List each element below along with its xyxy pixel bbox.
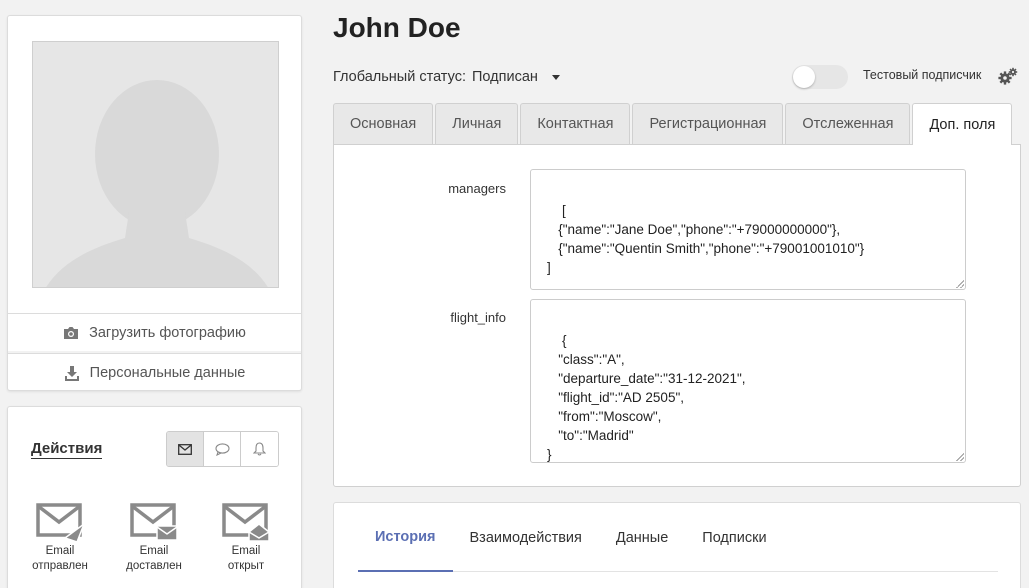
email-opened-icon — [222, 503, 270, 542]
event-label-line1: Email — [45, 545, 75, 557]
global-status-label: Глобальный статус: — [333, 69, 466, 85]
push-channel-button[interactable] — [241, 432, 278, 466]
resize-grip-icon[interactable] — [956, 453, 964, 461]
status-dropdown-caret-icon[interactable] — [551, 74, 560, 80]
global-status: Глобальный статус: Подписан — [333, 69, 560, 85]
event-label-line2: отправлен — [32, 560, 88, 572]
settings-gears-button[interactable] — [998, 67, 1018, 91]
tab-personal[interactable]: Личная — [435, 103, 519, 144]
upload-photo-button[interactable]: Загрузить фотографию — [8, 313, 301, 351]
resize-grip-icon[interactable] — [956, 280, 964, 288]
avatar-placeholder — [32, 41, 279, 288]
gears-icon — [998, 67, 1018, 85]
contact-name: John Doe — [333, 12, 461, 43]
divider — [8, 351, 301, 353]
email-icon — [178, 443, 192, 455]
test-subscriber-label: Тестовый подписчик — [863, 68, 982, 82]
managers-textarea[interactable]: [ {"name":"Jane Doe","phone":"+790000000… — [530, 169, 966, 290]
test-subscriber-toggle[interactable] — [792, 65, 848, 89]
tab-contact[interactable]: Контактная — [520, 103, 631, 144]
profile-tabs: Основная Личная Контактная Регистрационн… — [333, 103, 1014, 145]
download-icon — [64, 365, 79, 381]
personal-data-button[interactable]: Персональные данные — [8, 351, 301, 391]
flight-info-textarea[interactable]: { "class":"A", "departure_date":"31-12-2… — [530, 299, 966, 463]
chat-channel-button[interactable] — [204, 432, 241, 466]
tab-extra-fields[interactable]: Доп. поля — [912, 103, 1013, 145]
profile-photo-card: Загрузить фотографию Персональные данные — [7, 15, 302, 391]
tab-data[interactable]: Данные — [599, 503, 685, 572]
event-email-delivered[interactable]: Email доставлен — [119, 502, 189, 574]
tab-subscriptions[interactable]: Подписки — [685, 503, 783, 572]
history-card: История Взаимодействия Данные Подписки — [333, 502, 1021, 588]
tab-tracked[interactable]: Отслеженная — [785, 103, 911, 144]
actions-card: Действия Email отправлен Email доставлен… — [7, 406, 302, 588]
managers-value: [ {"name":"Jane Doe","phone":"+790000000… — [547, 203, 865, 275]
extra-fields-panel: managers [ {"name":"Jane Doe","phone":"+… — [333, 144, 1021, 487]
field-label-flight-info: flight_info — [450, 310, 506, 325]
tab-main[interactable]: Основная — [333, 103, 434, 144]
email-sent-icon — [36, 503, 85, 542]
event-label-line2: открыт — [227, 560, 265, 572]
flight-info-value: { "class":"A", "departure_date":"31-12-2… — [547, 333, 746, 462]
person-silhouette-icon — [33, 42, 278, 287]
tab-registration[interactable]: Регистрационная — [632, 103, 784, 144]
field-label-managers: managers — [448, 181, 506, 196]
actions-title[interactable]: Действия — [31, 440, 103, 459]
tab-interactions[interactable]: Взаимодействия — [453, 503, 599, 572]
event-email-opened[interactable]: Email открыт — [211, 502, 281, 574]
email-delivered-icon — [130, 503, 178, 541]
upload-photo-label: Загрузить фотографию — [89, 324, 246, 341]
toggle-knob — [793, 66, 815, 88]
event-label-line1: Email — [231, 545, 261, 557]
personal-data-label: Персональные данные — [89, 364, 246, 381]
event-label-line2: доставлен — [126, 560, 182, 572]
global-status-value[interactable]: Подписан — [472, 69, 538, 85]
email-channel-button[interactable] — [167, 432, 204, 466]
bell-icon — [253, 442, 266, 456]
channel-filter-group — [166, 431, 279, 467]
history-tabs: История Взаимодействия Данные Подписки — [358, 503, 998, 572]
event-email-sent[interactable]: Email отправлен — [25, 502, 95, 574]
camera-icon — [64, 326, 79, 339]
tab-history[interactable]: История — [358, 503, 453, 572]
event-label-line1: Email — [139, 545, 169, 557]
chat-icon — [214, 442, 230, 456]
